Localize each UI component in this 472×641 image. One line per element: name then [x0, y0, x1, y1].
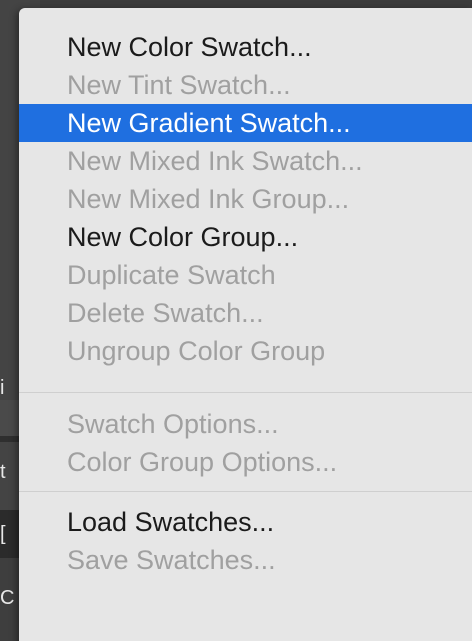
background-text-fragment: t [0, 461, 6, 483]
background-text-fragment: [ [0, 523, 6, 545]
menu-item-new-gradient-swatch[interactable]: New Gradient Swatch... [19, 104, 472, 142]
menu-item-delete-swatch[interactable]: Delete Swatch... [19, 294, 472, 332]
background-text-fragment: C [0, 587, 15, 609]
menu-separator [19, 392, 472, 393]
menu-item-swatch-options[interactable]: Swatch Options... [19, 405, 472, 443]
menu-item-save-swatches[interactable]: Save Swatches... [19, 541, 472, 579]
menu-item-new-color-group[interactable]: New Color Group... [19, 218, 472, 256]
menu-separator [19, 491, 472, 492]
menu-item-duplicate-swatch[interactable]: Duplicate Swatch [19, 256, 472, 294]
menu-item-color-group-options[interactable]: Color Group Options... [19, 443, 472, 481]
menu-item-load-swatches[interactable]: Load Swatches... [19, 503, 472, 541]
app-window: i t [ C New Color Swatch... New Tint Swat… [0, 0, 472, 641]
menu-item-new-tint-swatch[interactable]: New Tint Swatch... [19, 66, 472, 104]
menu-item-new-color-swatch[interactable]: New Color Swatch... [19, 28, 472, 66]
menu-item-new-mixed-ink-group[interactable]: New Mixed Ink Group... [19, 180, 472, 218]
background-text-fragment: i [0, 377, 5, 399]
menu-item-new-mixed-ink-swatch[interactable]: New Mixed Ink Swatch... [19, 142, 472, 180]
menu-item-ungroup-color-group[interactable]: Ungroup Color Group [19, 332, 472, 370]
swatches-panel-menu: New Color Swatch... New Tint Swatch... New… [19, 8, 472, 641]
